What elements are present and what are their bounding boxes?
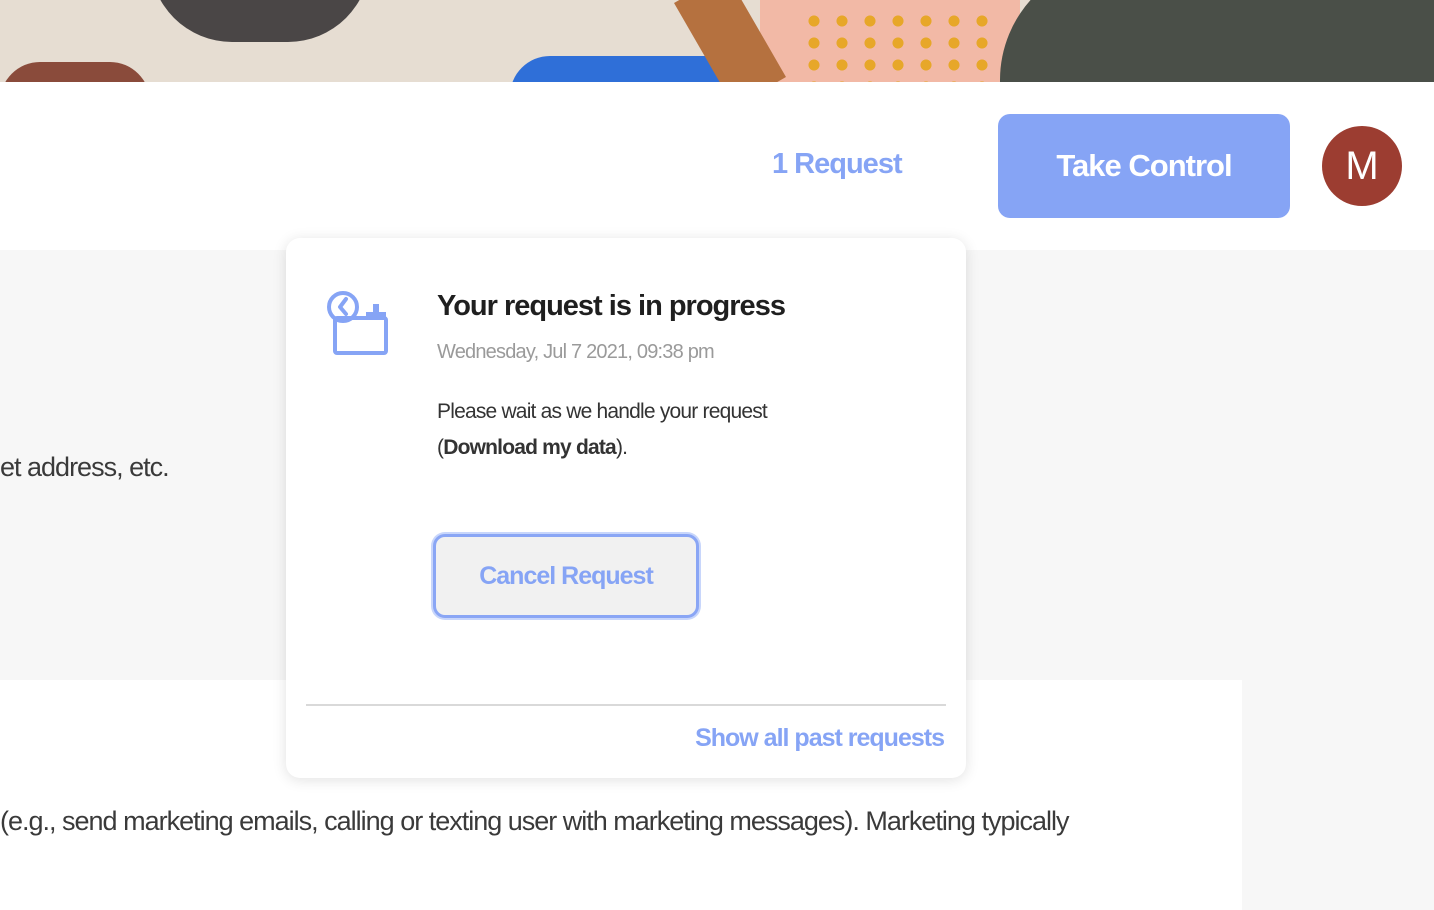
divider [306,704,946,706]
background-text: (e.g., send marketing emails, calling or… [0,806,1069,836]
message-suffix: ). [615,436,628,459]
clock-calendar-icon [327,291,388,355]
right-gutter [1242,680,1434,910]
request-date: Wednesday, Jul 7 2021, 09:38 pm [437,341,715,363]
header-bar: 1 Request Take Control M [0,82,1434,250]
page: 1 Request Take Control M et address, etc… [0,0,1434,910]
popover-title: Your request is in progress [437,290,786,322]
hero-image [0,0,1434,82]
show-past-requests-link[interactable]: Show all past requests [695,724,945,753]
request-status-popover: Your request is in progress Wednesday, J… [286,238,966,778]
take-control-button[interactable]: Take Control [998,114,1290,218]
background-text: et address, etc. [0,452,170,482]
requests-link[interactable]: 1 Request [772,148,903,181]
request-type: Download my data [443,436,617,459]
avatar[interactable]: M [1322,126,1402,206]
cancel-request-button[interactable]: Cancel Request [433,534,699,618]
popover-message: Please wait as we handle your request (D… [437,394,857,466]
